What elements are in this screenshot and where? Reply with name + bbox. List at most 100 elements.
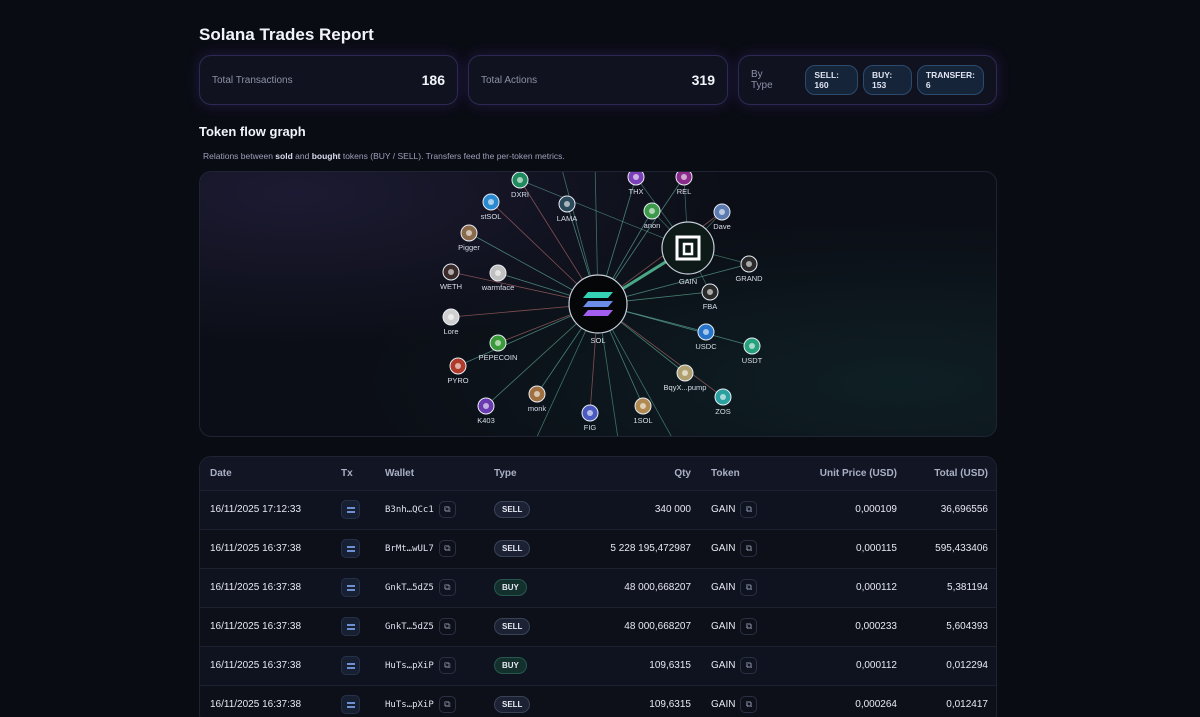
- copy-wallet-icon[interactable]: ⧉: [438, 501, 456, 518]
- token-node[interactable]: 1SOL: [633, 397, 653, 425]
- tx-link-icon[interactable]: [341, 617, 360, 636]
- date-cell: 16/11/2025 16:37:38: [200, 528, 331, 568]
- copy-wallet-icon[interactable]: ⧉: [438, 540, 456, 557]
- copy-token-icon[interactable]: ⧉: [740, 540, 758, 557]
- type-cell: BUY: [484, 567, 562, 607]
- copy-token-icon[interactable]: ⧉: [740, 501, 758, 518]
- type-badge: SELL: [494, 501, 531, 518]
- token-symbol: GAIN: [711, 543, 736, 555]
- type-cell: BUY: [484, 645, 562, 685]
- token-node-label: 1SOL: [633, 416, 652, 425]
- token-node-label: USDT: [742, 356, 763, 365]
- tx-cell: [331, 567, 375, 607]
- header-unit-price[interactable]: Unit Price (USD): [786, 457, 907, 490]
- token-node-label: anon: [644, 221, 661, 230]
- token-cell: GAIN ⧉: [701, 645, 786, 685]
- tx-link-icon[interactable]: [341, 539, 360, 558]
- qty-cell: 48 000,668207: [562, 567, 701, 607]
- type-cell: SELL: [484, 489, 562, 529]
- trades-table-container: Date Tx Wallet Type Qty Token Unit Price…: [199, 456, 997, 717]
- copy-wallet-icon[interactable]: ⧉: [438, 579, 456, 596]
- token-flow-graph[interactable]: DXRI THX REL stSOL LAMA anon Dave Pigger GRAND WE…: [199, 171, 997, 437]
- token-node[interactable]: stSOL: [481, 193, 502, 221]
- token-node[interactable]: WETH: [440, 263, 462, 291]
- total-cell: 5,604393: [907, 606, 996, 646]
- header-total[interactable]: Total (USD): [907, 457, 996, 490]
- graph-canvas[interactable]: DXRI THX REL stSOL LAMA anon Dave Pigger GRAND WE…: [200, 172, 997, 437]
- type-badge: SELL: [494, 540, 531, 557]
- token-node-label: WETH: [440, 282, 462, 291]
- token-node[interactable]: LAMA: [557, 195, 577, 223]
- header-qty[interactable]: Qty: [562, 457, 701, 490]
- unit-price-cell: 0,000112: [786, 567, 907, 607]
- tx-link-icon[interactable]: [341, 695, 360, 715]
- wallet-cell: GnkT…5dZ5 ⧉: [375, 567, 484, 607]
- token-node[interactable]: anon: [643, 202, 661, 230]
- token-node[interactable]: Lore: [442, 308, 460, 336]
- token-node[interactable]: FIG: [581, 404, 599, 432]
- total-cell: 0,012417: [907, 684, 996, 717]
- date-cell: 16/11/2025 16:37:38: [200, 606, 331, 646]
- token-node[interactable]: BqyX...pump: [664, 364, 707, 392]
- token-node[interactable]: FBA: [701, 283, 719, 311]
- tx-cell: [331, 606, 375, 646]
- tx-link-icon[interactable]: [341, 656, 360, 675]
- copy-wallet-icon[interactable]: ⧉: [438, 618, 456, 635]
- by-type-label: By Type: [751, 69, 773, 91]
- copy-wallet-icon[interactable]: ⧉: [438, 696, 456, 714]
- trades-table: Date Tx Wallet Type Qty Token Unit Price…: [200, 457, 996, 717]
- token-node[interactable]: monk: [528, 385, 547, 413]
- tx-cell: [331, 684, 375, 717]
- token-node[interactable]: Pigger: [458, 224, 480, 252]
- header-wallet[interactable]: Wallet: [375, 457, 484, 490]
- token-node[interactable]: PEPECOIN: [479, 334, 518, 362]
- copy-token-icon[interactable]: ⧉: [740, 579, 758, 596]
- description-prefix: Relations between: [203, 151, 276, 161]
- gain-hub-node[interactable]: GAIN: [661, 221, 715, 286]
- token-node-label: warmface: [481, 283, 515, 292]
- token-node[interactable]: Dave: [713, 203, 731, 231]
- type-badge: SELL: [494, 618, 531, 635]
- token-cell: GAIN ⧉: [701, 606, 786, 646]
- table-row[interactable]: 16/11/2025 16:37:38 BrMt…wUL7 ⧉ SELL 5 228 1…: [200, 528, 996, 568]
- copy-token-icon[interactable]: ⧉: [740, 657, 758, 674]
- table-row[interactable]: 16/11/2025 16:37:38 HuTs…pXiP ⧉ BUY 109,6315…: [200, 645, 996, 685]
- total-actions-value: 319: [691, 72, 715, 88]
- qty-cell: 109,6315: [562, 684, 701, 717]
- table-row[interactable]: 16/11/2025 16:37:38 HuTs…pXiP ⧉ SELL 109,631…: [200, 684, 996, 717]
- description-suffix: tokens (BUY / SELL). Transfers feed the …: [340, 151, 565, 161]
- copy-wallet-icon[interactable]: ⧉: [438, 657, 456, 674]
- qty-cell: 48 000,668207: [562, 606, 701, 646]
- copy-token-icon[interactable]: ⧉: [740, 696, 758, 714]
- type-badge: BUY: [494, 657, 527, 674]
- token-node[interactable]: THX: [627, 172, 645, 196]
- total-transactions-value: 186: [421, 72, 445, 88]
- transfer-count-chip: TRANSFER: 6: [916, 65, 984, 95]
- total-actions-card: Total Actions 319: [468, 55, 728, 105]
- table-header-row: Date Tx Wallet Type Qty Token Unit Price…: [200, 457, 996, 490]
- table-row[interactable]: 16/11/2025 16:37:38 GnkT…5dZ5 ⧉ SELL 48 000,…: [200, 606, 996, 646]
- tx-link-icon[interactable]: [341, 578, 360, 597]
- header-tx[interactable]: Tx: [331, 457, 375, 490]
- tx-link-icon[interactable]: [341, 500, 360, 519]
- token-node[interactable]: warmface: [481, 264, 515, 292]
- table-row[interactable]: 16/11/2025 16:37:38 GnkT…5dZ5 ⧉ BUY 48 000,6…: [200, 567, 996, 607]
- token-node-label: Lore: [443, 327, 458, 336]
- token-node[interactable]: USDT: [742, 337, 763, 365]
- header-token[interactable]: Token: [701, 457, 786, 490]
- token-symbol: GAIN: [711, 660, 736, 672]
- token-node-label: LAMA: [557, 214, 577, 223]
- header-type[interactable]: Type: [484, 457, 562, 490]
- token-node[interactable]: USDC: [695, 323, 717, 351]
- wallet-address: GnkT…5dZ5: [385, 622, 434, 633]
- token-node[interactable]: ZOS: [714, 388, 732, 416]
- token-node[interactable]: K403: [477, 397, 495, 425]
- date-cell: 16/11/2025 16:37:38: [200, 645, 331, 685]
- header-date[interactable]: Date: [200, 457, 331, 490]
- token-node[interactable]: REL: [675, 172, 693, 196]
- token-node[interactable]: PYRO: [447, 357, 469, 385]
- copy-token-icon[interactable]: ⧉: [740, 618, 758, 635]
- table-row[interactable]: 16/11/2025 17:12:33 B3nh…QCc1 ⧉ SELL 340 000…: [200, 489, 996, 529]
- token-node[interactable]: GRAND: [735, 255, 763, 283]
- token-node[interactable]: DXRI: [511, 172, 529, 199]
